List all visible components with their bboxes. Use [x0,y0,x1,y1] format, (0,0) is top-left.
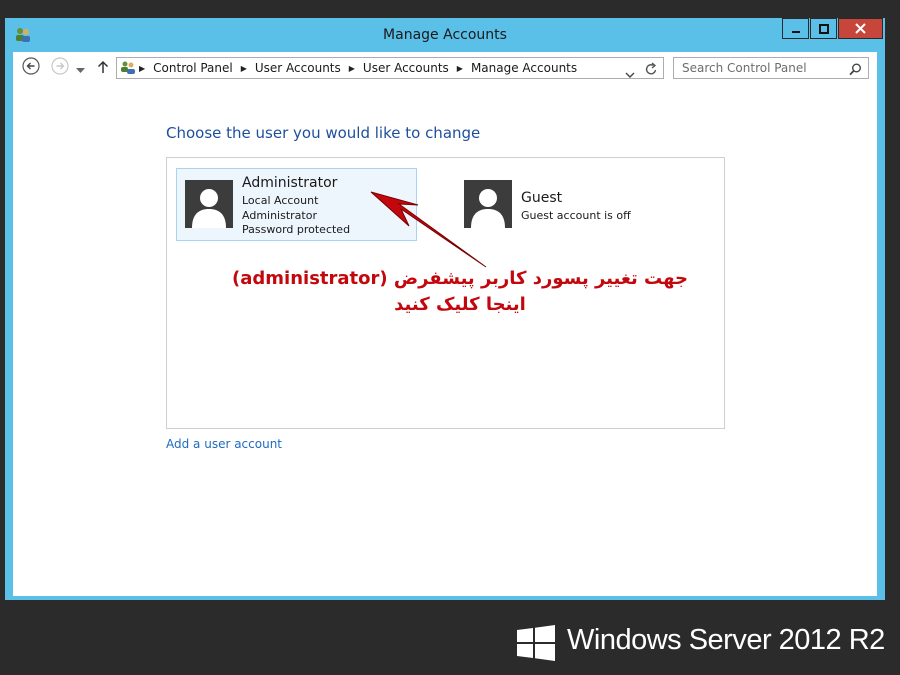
annotation-arrow-icon [370,191,487,268]
annotation-text: جهت تغییر پسورد کاربر پیشفرض (administra… [200,266,720,318]
annotation-line: اینجا کلیک کنید [394,294,526,315]
windows-server-branding: Windows Server 2012 R2 [517,623,887,663]
annotation-line: جهت تغییر پسورد کاربر پیشفرض (administra… [232,268,688,289]
branding-text: Windows Server 2012 R2 [567,624,885,656]
windows-logo-icon [517,625,555,665]
